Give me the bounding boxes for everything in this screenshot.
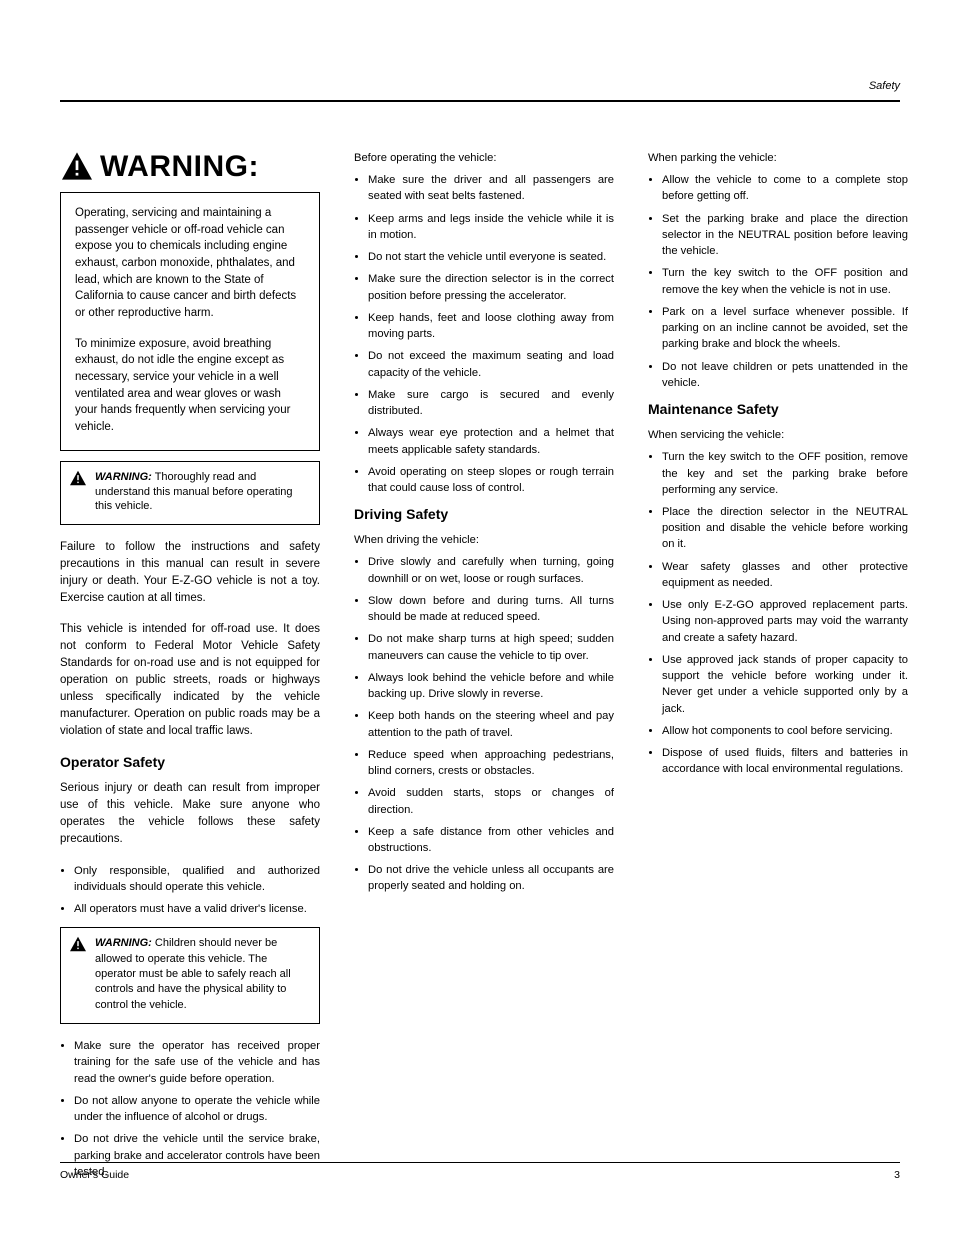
section-heading-operator-safety: Operator Safety <box>60 754 320 770</box>
warning-box-2: WARNING: Thoroughly read and understand … <box>60 461 320 526</box>
bullet-list: Allow the vehicle to come to a complete … <box>648 172 908 391</box>
bullet-list: Make sure the operator has received prop… <box>60 1038 320 1180</box>
list-item: Keep hands, feet and loose clothing away… <box>368 310 614 342</box>
list-item: Allow the vehicle to come to a complete … <box>662 172 908 204</box>
page-footer: Owner's Guide 3 <box>60 1162 900 1181</box>
warning-box-1-p1: Operating, servicing and maintaining a p… <box>75 205 305 322</box>
list-item: Make sure the operator has received prop… <box>74 1038 320 1087</box>
list-item: Use approved jack stands of proper capac… <box>662 652 908 717</box>
list-item: Allow hot components to cool before serv… <box>662 723 908 739</box>
list-item: Place the direction selector in the NEUT… <box>662 504 908 553</box>
bullet-list: Make sure the driver and all passengers … <box>354 172 614 496</box>
body-text: Failure to follow the instructions and s… <box>60 539 320 607</box>
list-item: Set the parking brake and place the dire… <box>662 211 908 260</box>
list-item: Do not drive the vehicle unless all occu… <box>368 862 614 894</box>
list-item: Avoid operating on steep slopes or rough… <box>368 464 614 496</box>
list-item: Do not allow anyone to operate the vehic… <box>74 1093 320 1125</box>
list-item: Turn the key switch to the OFF position,… <box>662 449 908 498</box>
list-item: Park on a level surface whenever possibl… <box>662 304 908 353</box>
body-text: Serious injury or death can result from … <box>60 780 320 848</box>
list-lead-in: When driving the vehicle: <box>354 532 614 548</box>
list-item: Drive slowly and carefully when turning,… <box>368 554 614 586</box>
list-item: Do not leave children or pets unattended… <box>662 359 908 391</box>
list-item: Always look behind the vehicle before an… <box>368 670 614 702</box>
warning-box-3: WARNING: Children should never be allowe… <box>60 927 320 1024</box>
footer-page-number: 3 <box>894 1169 900 1181</box>
list-item: Avoid sudden starts, stops or changes of… <box>368 785 614 817</box>
list-item: Keep both hands on the steering wheel an… <box>368 708 614 740</box>
list-item: Only responsible, qualified and authoriz… <box>74 863 320 895</box>
bullet-list: Only responsible, qualified and authoriz… <box>60 863 320 918</box>
list-lead-in: When parking the vehicle: <box>648 150 908 166</box>
list-item: All operators must have a valid driver's… <box>74 901 320 917</box>
list-item: Dispose of used fluids, filters and batt… <box>662 745 908 777</box>
list-item: Do not exceed the maximum seating and lo… <box>368 348 614 380</box>
list-item: Keep arms and legs inside the vehicle wh… <box>368 211 614 243</box>
warning-heading: WARNING: <box>60 150 320 184</box>
warning-box-3-text: WARNING: Children should never be allowe… <box>95 936 311 1013</box>
list-item: Always wear eye protection and a helmet … <box>368 425 614 457</box>
section-heading-maintenance-safety: Maintenance Safety <box>648 401 908 417</box>
list-item: Keep a safe distance from other vehicles… <box>368 824 614 856</box>
list-lead-in: Before operating the vehicle: <box>354 150 614 166</box>
warning-box-2-text: WARNING: Thoroughly read and understand … <box>95 470 311 515</box>
list-item: Wear safety glasses and other protective… <box>662 559 908 591</box>
list-item: Turn the key switch to the OFF position … <box>662 265 908 297</box>
list-item: Do not make sharp turns at high speed; s… <box>368 631 614 663</box>
warning-icon <box>69 936 87 957</box>
warning-heading-text: WARNING: <box>100 150 259 184</box>
list-item: Make sure cargo is secured and evenly di… <box>368 387 614 419</box>
list-item: Make sure the driver and all passengers … <box>368 172 614 204</box>
list-item: Use only E-Z-GO approved replacement par… <box>662 597 908 646</box>
body-text: This vehicle is intended for off-road us… <box>60 621 320 740</box>
list-item: Slow down before and during turns. All t… <box>368 593 614 625</box>
top-rule <box>60 100 900 102</box>
header-section-label: Safety <box>869 80 900 92</box>
section-heading-driving-safety: Driving Safety <box>354 506 614 522</box>
footer-left: Owner's Guide <box>60 1169 129 1181</box>
list-item: Make sure the direction selector is in t… <box>368 271 614 303</box>
list-item: Reduce speed when approaching pedestrian… <box>368 747 614 779</box>
bullet-list: Drive slowly and carefully when turning,… <box>354 554 614 894</box>
warning-icon <box>60 151 94 184</box>
bullet-list: Turn the key switch to the OFF position,… <box>648 449 908 777</box>
list-lead-in: When servicing the vehicle: <box>648 427 908 443</box>
warning-box-1-p2: To minimize exposure, avoid breathing ex… <box>75 336 305 436</box>
list-item: Do not start the vehicle until everyone … <box>368 249 614 265</box>
warning-box-1: Operating, servicing and maintaining a p… <box>60 192 320 451</box>
warning-icon <box>69 470 87 491</box>
